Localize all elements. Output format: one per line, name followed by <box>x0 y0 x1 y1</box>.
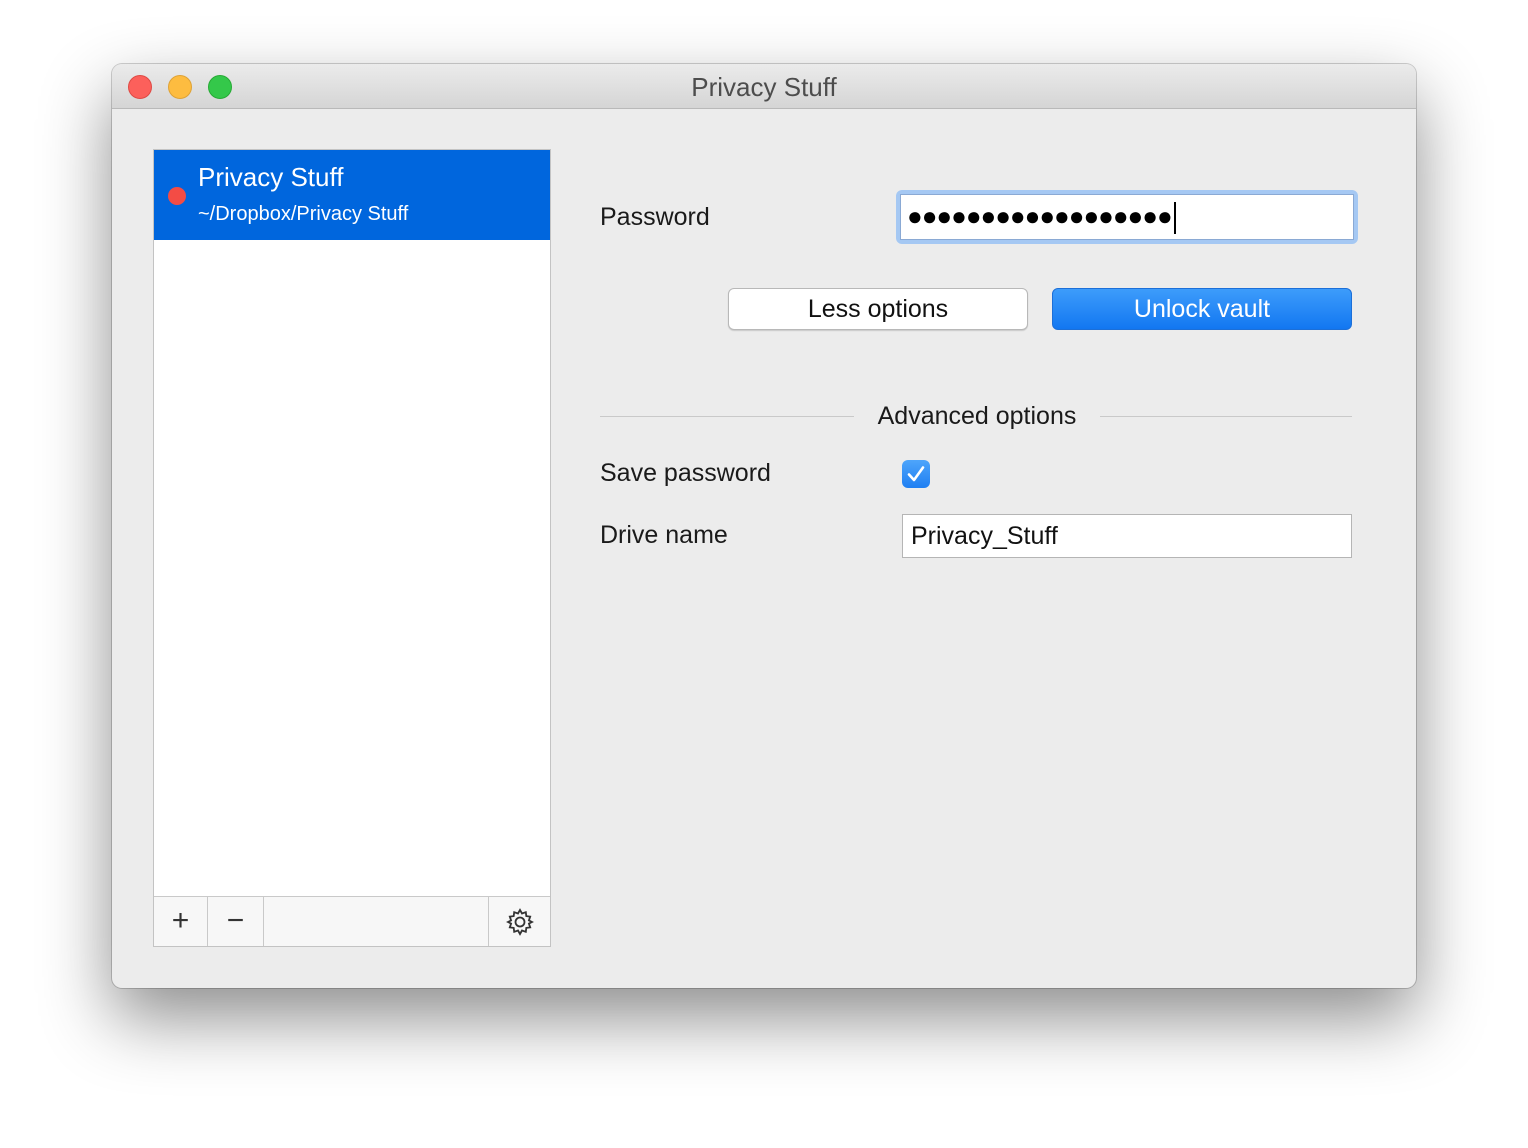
password-input[interactable]: ●●●●●●●●●●●●●●●●●● <box>896 190 1358 244</box>
gear-icon <box>505 908 534 936</box>
section-divider-left <box>600 416 854 417</box>
vault-path: ~/Dropbox/Privacy Stuff <box>198 203 409 225</box>
vault-list-toolbar: + − <box>154 896 550 946</box>
add-vault-button[interactable]: + <box>154 897 208 946</box>
password-masked-value: ●●●●●●●●●●●●●●●●●● <box>907 201 1173 231</box>
settings-button[interactable] <box>488 897 550 946</box>
drive-name-input[interactable] <box>902 514 1352 558</box>
checkmark-icon <box>907 466 925 482</box>
window-title: Privacy Stuff <box>691 72 837 102</box>
password-label: Password <box>600 203 710 231</box>
title-bar[interactable]: Privacy Stuff <box>112 64 1416 109</box>
advanced-options-title: Advanced options <box>877 402 1077 430</box>
app-window: Privacy Stuff Privacy Stuff ~/Dropbox/Pr… <box>112 64 1416 988</box>
unlock-vault-button[interactable]: Unlock vault <box>1052 288 1352 330</box>
less-options-button[interactable]: Less options <box>728 288 1028 330</box>
text-caret <box>1173 202 1176 235</box>
save-password-checkbox[interactable] <box>902 460 930 488</box>
section-divider-right <box>1100 416 1352 417</box>
remove-vault-button[interactable]: − <box>208 897 264 946</box>
drive-name-label: Drive name <box>600 521 728 549</box>
vault-list-item[interactable]: Privacy Stuff ~/Dropbox/Privacy Stuff <box>154 150 550 240</box>
vault-locked-status-icon <box>168 187 186 205</box>
vault-list[interactable]: Privacy Stuff ~/Dropbox/Privacy Stuff + … <box>153 149 551 947</box>
vault-name: Privacy Stuff <box>198 162 344 192</box>
save-password-label: Save password <box>600 459 771 487</box>
